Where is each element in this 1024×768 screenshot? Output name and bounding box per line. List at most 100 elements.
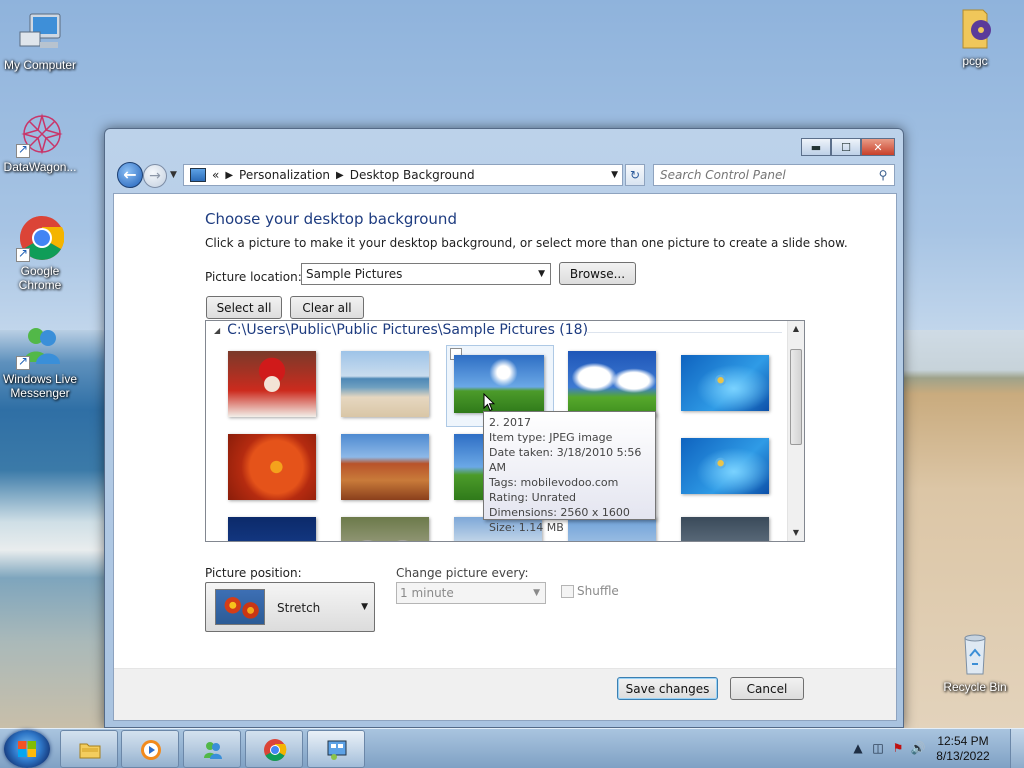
show-desktop-button[interactable] [1010, 729, 1024, 768]
desktop-icon-label: DataWagon... [3, 160, 77, 174]
clock-date: 8/13/2022 [936, 749, 990, 763]
shuffle-option[interactable]: Shuffle [561, 584, 619, 598]
shortcut-arrow-icon [16, 246, 30, 262]
chevron-down-icon: ▼ [361, 602, 368, 612]
system-tray: ▲ ◫ ⚑ 🔊 12:54 PM 8/13/2022 [834, 729, 1024, 768]
thumbnail-desert[interactable] [341, 434, 429, 500]
clock[interactable]: 12:54 PM 8/13/2022 [928, 734, 998, 764]
tooltip-line: Dimensions: 2560 x 1600 [489, 506, 630, 519]
desktop-icon-label: Windows Live Messenger [2, 372, 78, 400]
desktop-icon-recycle-bin[interactable]: Recycle Bin [935, 630, 1015, 694]
change-picture-every-dropdown[interactable]: 1 minute ▼ [396, 582, 546, 604]
breadcrumb-separator-icon: ▶ [225, 169, 234, 181]
shortcut-arrow-icon [16, 354, 30, 370]
thumbnail-koala[interactable] [341, 517, 429, 541]
media-player-icon [141, 740, 161, 760]
taskbar-messenger[interactable] [183, 730, 241, 768]
shortcut-arrow-icon [16, 142, 30, 158]
refresh-button[interactable]: ↻ [625, 164, 645, 186]
gallery-scrollbar[interactable]: ▲ ▼ [787, 321, 804, 541]
picture-position-dropdown[interactable]: Stretch ▼ [205, 582, 375, 632]
thumbnail-orange-flower[interactable] [228, 434, 316, 500]
taskbar-media-player[interactable] [121, 730, 179, 768]
picture-position-value: Stretch [277, 601, 321, 615]
cancel-button[interactable]: Cancel [730, 677, 804, 700]
maximize-button[interactable]: ☐ [831, 138, 861, 156]
desktop-icon-pcgc[interactable]: pcgc [935, 4, 1015, 68]
page-description: Click a picture to make it your desktop … [205, 236, 848, 250]
footer-bar: Save changes Cancel [114, 669, 896, 720]
address-dropdown-icon[interactable]: ▼ [611, 170, 618, 180]
collapse-triangle-icon[interactable]: ◢ [214, 326, 220, 335]
recent-pages-dropdown[interactable]: ▼ [170, 170, 177, 180]
show-hidden-icons-icon[interactable]: ▲ [850, 741, 866, 757]
forward-button[interactable]: → [143, 164, 167, 188]
taskbar-control-panel[interactable] [307, 730, 365, 768]
minimize-button[interactable]: ▬ [801, 138, 831, 156]
thumbnail-windows7-blue-2[interactable] [681, 438, 769, 494]
thumbnail-santa[interactable] [228, 351, 316, 417]
clear-all-button[interactable]: Clear all [290, 296, 364, 319]
desktop-icon-label: My Computer [3, 58, 77, 72]
thumbnail-santa-2[interactable] [681, 517, 769, 541]
network-icon[interactable]: ◫ [870, 741, 886, 757]
thumbnail-windows7-blue[interactable] [681, 355, 769, 411]
picture-location-dropdown[interactable]: Sample Pictures ▼ [301, 263, 551, 285]
picture-position-preview-icon [215, 589, 265, 625]
control-panel-icon [327, 740, 347, 760]
recycle-bin-icon [951, 630, 999, 678]
back-button[interactable]: ← [117, 162, 143, 188]
save-changes-button[interactable]: Save changes [617, 677, 718, 700]
search-icon[interactable]: ⚲ [872, 168, 894, 182]
thumbnail-clouds-field[interactable] [568, 351, 656, 417]
desktop-icon-label: pcgc [962, 54, 988, 68]
datawagon-icon [16, 110, 64, 158]
breadcrumb[interactable]: « ▶ Personalization ▶ Desktop Background… [183, 164, 623, 186]
desktop-icon-google-chrome[interactable]: Google Chrome [0, 214, 80, 292]
shuffle-checkbox[interactable] [561, 584, 574, 598]
volume-icon[interactable]: 🔊 [910, 741, 926, 757]
gallery-group-header[interactable]: ◢ C:\Users\Public\Public Pictures\Sample… [214, 322, 588, 338]
breadcrumb-item-desktop-background[interactable]: Desktop Background [350, 168, 475, 182]
desktop-icon-datawagon[interactable]: DataWagon... [0, 110, 80, 174]
start-button[interactable] [4, 730, 50, 768]
clock-time: 12:54 PM [937, 734, 989, 748]
windows-logo-icon [18, 741, 36, 757]
messenger-icon [204, 742, 222, 759]
browse-button[interactable]: Browse... [559, 262, 636, 285]
picture-location-value: Sample Pictures [306, 267, 403, 281]
scrollbar-thumb[interactable] [790, 349, 802, 445]
close-button[interactable]: ✕ [861, 138, 895, 156]
change-picture-every-label: Change picture every: [396, 566, 529, 580]
thumbnail-jellyfish[interactable] [228, 517, 316, 541]
taskbar-chrome[interactable] [245, 730, 303, 768]
desktop-icon-my-computer[interactable]: My Computer [0, 8, 80, 72]
picture-position-label: Picture position: [205, 566, 302, 580]
thumbnail-beach[interactable] [341, 351, 429, 417]
change-picture-every-value: 1 minute [400, 586, 454, 600]
computer-icon [16, 8, 64, 56]
gallery-header-divider [586, 332, 782, 333]
desktop-icon-windows-live-messenger[interactable]: Windows Live Messenger [0, 322, 80, 400]
gallery-group-title: C:\Users\Public\Public Pictures\Sample P… [227, 322, 589, 338]
chevron-down-icon: ▼ [538, 269, 545, 279]
action-center-icon[interactable]: ⚑ [890, 741, 906, 757]
breadcrumb-item-personalization[interactable]: Personalization [239, 168, 330, 182]
folder-icon [79, 743, 101, 759]
breadcrumb-root-arrows[interactable]: « [212, 168, 219, 182]
breadcrumb-separator-icon: ▶ [336, 169, 344, 181]
search-input[interactable] [660, 168, 872, 182]
shuffle-label: Shuffle [577, 584, 619, 598]
thumbnail-green-field-sky[interactable] [454, 355, 544, 413]
scroll-up-icon[interactable]: ▲ [788, 321, 804, 337]
desktop-icon-label: Google Chrome [18, 264, 62, 292]
chrome-icon [264, 739, 287, 761]
search-box: ⚲ [653, 164, 895, 186]
chrome-icon [16, 214, 65, 262]
taskbar-explorer[interactable] [60, 730, 118, 768]
tooltip-line: Size: 1.14 MB [489, 521, 564, 534]
scroll-down-icon[interactable]: ▼ [788, 525, 804, 541]
select-all-button[interactable]: Select all [206, 296, 282, 319]
tooltip-line: 2. 2017 [489, 416, 531, 429]
picture-info-tooltip: 2. 2017 Item type: JPEG image Date taken… [483, 411, 656, 534]
